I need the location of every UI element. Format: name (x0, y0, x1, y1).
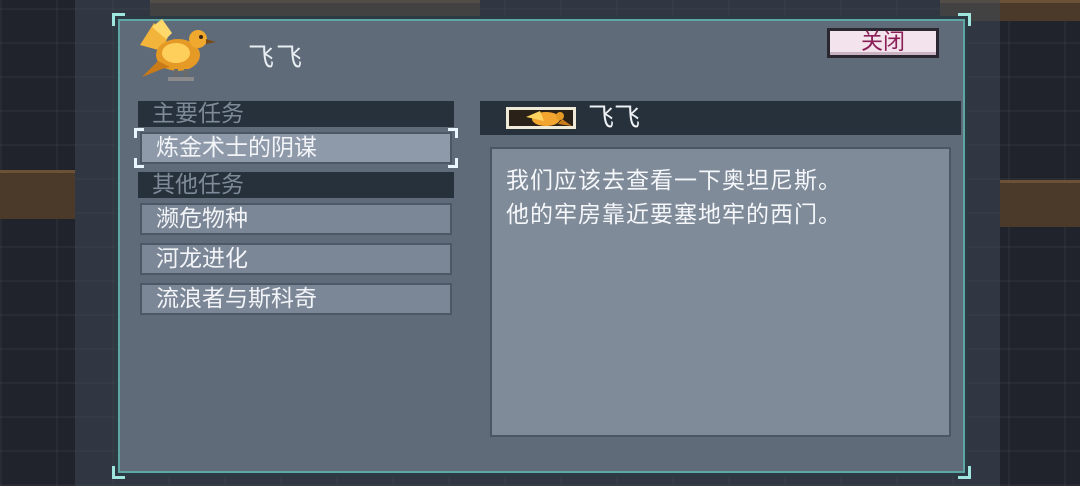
selection-bracket (134, 128, 144, 138)
selection-bracket (134, 158, 144, 168)
background-brick (1000, 180, 1080, 227)
selection-bracket (448, 158, 458, 168)
dialog-header: 飞飞 关闭 (118, 19, 965, 95)
npc-dialog-window: 飞飞 关闭 主要任务 炼金术士的阴谋 其他任务 濒危物种 河龙进化 流浪者与斯科… (112, 13, 971, 479)
close-button[interactable]: 关闭 (827, 28, 939, 58)
quest-list: 主要任务 炼金术士的阴谋 其他任务 濒危物种 河龙进化 流浪者与斯科奇 (134, 101, 458, 323)
speaker-name: 飞飞 (588, 103, 641, 133)
frame-corner (958, 466, 971, 479)
quest-item-label: 流浪者与斯科奇 (156, 286, 317, 312)
phoenix-portrait-icon (506, 107, 576, 129)
dialogue-line: 我们应该去查看一下奥坦尼斯。 (506, 168, 842, 194)
quest-item-river-dragon-evolution[interactable]: 河龙进化 (140, 243, 452, 275)
phoenix-bird-icon (140, 19, 216, 81)
frame-corner (112, 466, 125, 479)
dialogue-line: 他的牢房靠近要塞地牢的西门。 (506, 202, 842, 228)
npc-name: 飞飞 (248, 43, 305, 73)
dialogue-speaker-bar: 飞飞 (480, 101, 961, 135)
quest-item-wanderer-and-scorch[interactable]: 流浪者与斯科奇 (140, 283, 452, 315)
background-brick (0, 170, 75, 219)
other-quests-header: 其他任务 (138, 172, 454, 198)
dialogue-text-box: 我们应该去查看一下奥坦尼斯。 他的牢房靠近要塞地牢的西门。 (490, 147, 951, 437)
quest-item-label: 河龙进化 (156, 246, 248, 272)
quest-item-label: 濒危物种 (156, 206, 248, 232)
quest-item-label: 炼金术士的阴谋 (156, 135, 317, 161)
quest-item-alchemist-plot[interactable]: 炼金术士的阴谋 (134, 128, 458, 168)
selection-bracket (448, 128, 458, 138)
quest-item-endangered-species[interactable]: 濒危物种 (140, 203, 452, 235)
main-quests-header: 主要任务 (138, 101, 454, 127)
